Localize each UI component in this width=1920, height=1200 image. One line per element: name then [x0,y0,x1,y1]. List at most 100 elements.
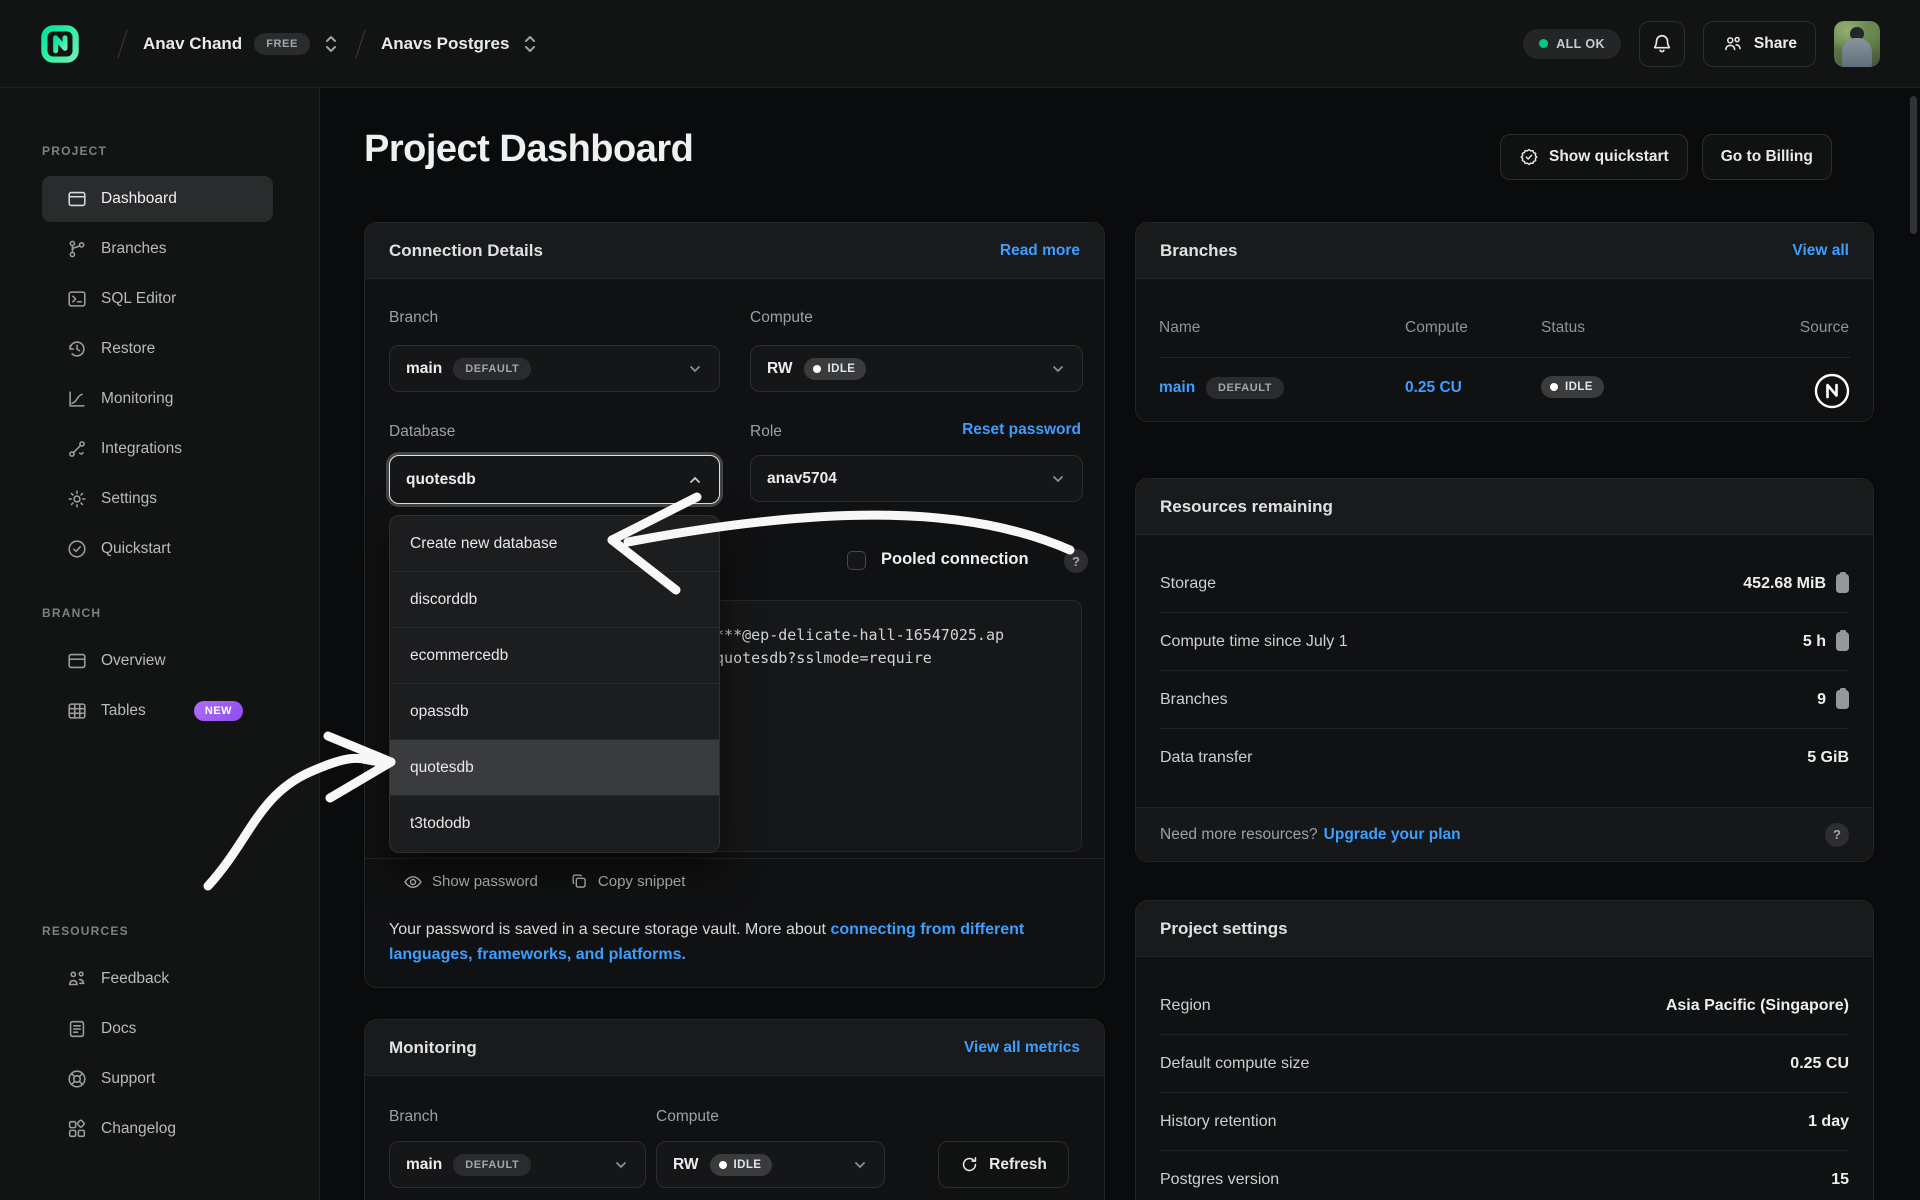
sidebar-item-support[interactable]: Support [42,1056,273,1102]
quickstart-icon [66,538,88,560]
setting-row-default-compute: Default compute size 0.25 CU [1136,1035,1873,1092]
resource-value: 452.68 MiB [1743,574,1826,592]
pooled-connection-checkbox[interactable] [847,551,866,570]
sidebar-item-restore[interactable]: Restore [42,326,273,372]
setting-value: 0.25 CU [1790,1054,1849,1072]
sidebar-item-overview[interactable]: Overview [42,638,273,684]
monitoring-icon [66,388,88,410]
gauge-icon [1836,571,1849,593]
resources-help-icon[interactable]: ? [1825,822,1849,847]
ok-dot-icon [1539,39,1549,48]
sidebar-item-tables[interactable]: Tables NEW [42,688,273,734]
compute-select[interactable]: RW IDLE [750,345,1083,392]
go-to-billing-button[interactable]: Go to Billing [1701,134,1832,180]
branch-name-link[interactable]: main [1159,379,1195,397]
notifications-button[interactable] [1638,20,1685,67]
reset-password-link[interactable]: Reset password [962,421,1081,439]
sidebar-item-settings[interactable]: Settings [42,476,273,522]
refresh-label: Refresh [989,1155,1047,1173]
status-badge[interactable]: ALL OK [1523,28,1621,59]
project-name[interactable]: Anavs Postgres [381,34,510,54]
pooled-connection-label: Pooled connection [881,550,1029,568]
project-switcher-icon[interactable] [521,33,539,55]
sidebar: PROJECT Dashboard Branches SQL Editor Re… [0,88,320,1200]
chevron-up-icon [687,472,703,488]
sidebar-item-dashboard[interactable]: Dashboard [42,176,273,222]
dropdown-option-t3tododb[interactable]: t3tododb [390,796,719,852]
sidebar-item-label: Support [101,1070,156,1087]
branch-select[interactable]: main DEFAULT [389,345,720,392]
copy-icon [572,874,586,888]
plan-badge: FREE [254,32,310,55]
dropdown-option-quotesdb[interactable]: quotesdb [390,740,719,796]
sidebar-item-branches[interactable]: Branches [42,226,273,272]
default-badge: DEFAULT [1206,377,1285,399]
dropdown-option-create-new-database[interactable]: Create new database [390,516,719,572]
show-password-button[interactable]: Show password [403,872,538,892]
resource-value: 5 GiB [1807,748,1849,766]
branch-compute-link[interactable]: 0.25 CU [1405,379,1462,397]
card-title: Monitoring [389,1037,477,1057]
people-icon [1724,36,1741,50]
share-button[interactable]: Share [1702,20,1816,67]
neon-console: Anav Chand FREE Anavs Postgres ALL OK Sh… [0,0,1920,1200]
read-more-link[interactable]: Read more [1000,242,1080,260]
dropdown-option-ecommercedb[interactable]: ecommercedb [390,628,719,684]
project-settings-card: Project settings Region Asia Pacific (Si… [1135,900,1874,1200]
compute-value: RW [673,1155,699,1173]
copy-snippet-button[interactable]: Copy snippet [570,872,685,891]
branches-icon [66,238,88,260]
integrations-icon [66,438,88,460]
resource-label: Compute time since July 1 [1160,632,1348,650]
org-name[interactable]: Anav Chand [143,34,242,54]
connection-details-card: Connection Details Read more Branch main… [364,222,1105,988]
chevron-down-icon [852,1157,868,1173]
seal-check-icon [1520,148,1538,166]
branch-table-row[interactable]: main DEFAULT 0.25 CU IDLE [1136,363,1873,419]
col-compute: Compute [1405,319,1468,336]
card-title: Project settings [1160,918,1288,938]
monitoring-compute-select[interactable]: RW IDLE [656,1141,885,1188]
database-select[interactable]: quotesdb [389,455,720,504]
dropdown-option-discorddb[interactable]: discorddb [390,572,719,628]
dropdown-option-opassdb[interactable]: opassdb [390,684,719,740]
sidebar-item-monitoring[interactable]: Monitoring [42,376,273,422]
branches-card: Branches View all Name Compute Status So… [1135,222,1874,422]
pooled-help-icon[interactable]: ? [1064,549,1088,573]
org-switcher-icon[interactable] [322,33,340,55]
show-password-label: Show password [432,873,538,890]
share-button-label: Share [1753,34,1797,52]
view-all-metrics-link[interactable]: View all metrics [964,1039,1080,1057]
upgrade-plan-link[interactable]: Upgrade your plan [1324,826,1461,844]
divider [1159,357,1850,358]
sidebar-section-resources: RESOURCES [42,924,129,938]
sidebar-item-quickstart[interactable]: Quickstart [42,526,273,572]
resource-row-compute-time: Compute time since July 1 5 h [1136,613,1873,670]
view-all-branches-link[interactable]: View all [1792,242,1849,260]
password-note-text: Your password is saved in a secure stora… [389,921,831,938]
resources-card: Resources remaining Storage 452.68 MiB C… [1135,478,1874,862]
sidebar-item-label: Feedback [101,970,170,987]
sidebar-item-changelog[interactable]: Changelog [42,1106,273,1152]
resource-label: Branches [1160,690,1228,708]
compute-label: Compute [656,1108,719,1125]
resource-row-branches: Branches 9 [1136,671,1873,728]
monitoring-branch-select[interactable]: main DEFAULT [389,1141,646,1188]
status-badge-label: ALL OK [1556,36,1605,51]
support-icon [66,1068,88,1090]
refresh-button[interactable]: Refresh [938,1141,1069,1188]
compute-status: IDLE [733,1158,762,1171]
show-quickstart-button[interactable]: Show quickstart [1500,134,1688,180]
sidebar-item-sql-editor[interactable]: SQL Editor [42,276,273,322]
neon-logo-icon[interactable] [40,24,80,64]
sidebar-item-docs[interactable]: Docs [42,1006,273,1052]
go-to-billing-label: Go to Billing [1720,148,1813,165]
sidebar-item-integrations[interactable]: Integrations [42,426,273,472]
card-title: Connection Details [389,240,543,260]
resources-footer: Need more resources? Upgrade your plan ? [1136,807,1873,861]
role-select[interactable]: anav5704 [750,455,1083,502]
sidebar-item-feedback[interactable]: Feedback [42,956,273,1002]
compute-value: RW [767,359,793,377]
user-avatar[interactable] [1834,20,1880,67]
scrollbar-thumb[interactable] [1910,96,1917,234]
